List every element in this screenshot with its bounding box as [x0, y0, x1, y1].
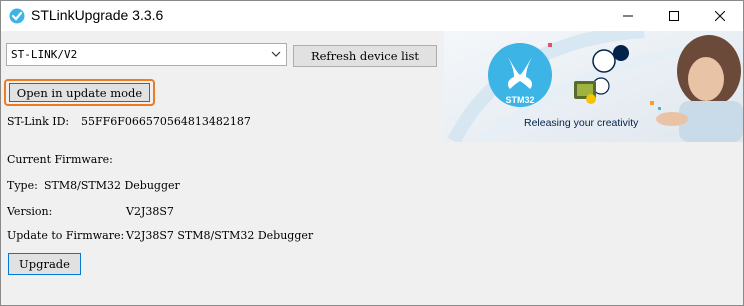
close-button[interactable] — [697, 1, 743, 31]
minimize-icon — [623, 15, 633, 17]
type-label: Type: — [7, 179, 38, 192]
banner-tagline: Releasing your creativity — [524, 117, 639, 129]
stlink-id-value: 55FF6F066570564813482187 — [81, 115, 251, 128]
refresh-device-list-button[interactable]: Refresh device list — [293, 45, 437, 67]
stlink-id-label: ST-Link ID: — [7, 115, 70, 128]
current-firmware-label: Current Firmware: — [7, 153, 113, 166]
version-value: V2J38S7 — [126, 205, 174, 218]
update-to-firmware-value: V2J38S7 STM8/STM32 Debugger — [126, 229, 314, 242]
device-select[interactable]: ST-LINK/V2 — [6, 43, 287, 66]
minimize-button[interactable] — [605, 1, 651, 31]
app-window: STLinkUpgrade 3.3.6 ST-LINK/V2 Refresh d… — [0, 0, 744, 306]
device-select-value: ST-LINK/V2 — [11, 48, 78, 61]
window-title: STLinkUpgrade 3.3.6 — [31, 7, 164, 23]
banner-graphic: STM32 Releasing your creativity — [444, 31, 743, 142]
open-update-mode-button[interactable]: Open in update mode — [9, 83, 150, 102]
maximize-button[interactable] — [651, 1, 697, 31]
close-icon — [715, 11, 725, 21]
upgrade-button[interactable]: Upgrade — [8, 253, 81, 275]
banner-logo-text: STM32 — [505, 95, 534, 105]
update-to-firmware-label: Update to Firmware: — [7, 229, 125, 242]
version-label: Version: — [7, 205, 53, 218]
chevron-down-icon — [271, 51, 281, 57]
open-update-mode-highlight: Open in update mode — [4, 79, 155, 106]
main-panel: ST-LINK/V2 Refresh device list Open in u… — [1, 31, 743, 305]
title-bar: STLinkUpgrade 3.3.6 — [1, 1, 743, 31]
stm32-banner: STM32 Releasing your creativity — [444, 31, 743, 142]
type-value: STM8/STM32 Debugger — [44, 179, 180, 192]
app-logo-icon — [9, 8, 25, 24]
maximize-icon — [669, 11, 679, 21]
